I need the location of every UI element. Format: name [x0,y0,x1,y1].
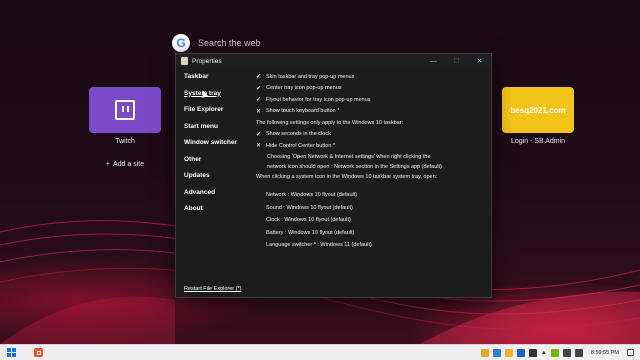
shortcut-label: Twitch [115,138,135,145]
properties-window: Properties — ☐ ✕ Taskbar System tray Fil… [175,53,492,298]
flyout-language-switcher[interactable]: Language switcher * : Windows 11 (defaul… [256,239,488,252]
nav-start-menu[interactable]: Start menu [184,122,254,139]
option-label: Center tray icon pop-up menus [266,85,342,92]
nav-advanced[interactable]: Advanced [184,188,254,205]
flyout-clock[interactable]: Clock : Windows 10 flyout (default) [256,214,488,227]
taskbar: ▲ 8:59:55 PM [0,344,640,360]
window-title: Properties [192,57,222,65]
search-bar[interactable]: G Search the web [172,34,472,52]
twitch-icon [115,100,135,120]
flyout-heading: When clicking a system icon in the Windo… [256,174,438,181]
chevron-up-icon[interactable]: ▲ [541,350,547,356]
restart-explorer-link[interactable]: Restart File Explorer (*) [184,286,241,292]
nav-updates[interactable]: Updates [184,171,254,188]
option-skin-menus[interactable]: ✔ Skin taskbar and tray pop-up menus [256,71,488,83]
store-icon[interactable] [492,348,501,357]
option-label: Show seconds in the clock [266,131,331,138]
close-button[interactable]: ✕ [468,54,491,68]
nav-other[interactable]: Other [184,155,254,172]
option-hide-control-center[interactable]: ✕ Hide Control Center button * [256,140,488,152]
option-label: Skin taskbar and tray pop-up menus [266,73,355,80]
cross-icon: ✕ [256,143,262,150]
option-label: Flyout behavior for tray icon pop-up men… [266,96,371,103]
option-center-menus[interactable]: ✔ Center tray icon pop-up menus [256,83,488,95]
maximize-button: ☐ [453,58,460,65]
explorer-icon[interactable] [504,348,513,357]
flyout-network[interactable]: Network : Windows 10 flyout (default) [256,189,488,202]
shortcut-sb-admin[interactable]: besq2021.com [502,87,574,133]
system-tray: ▲ 8:59:55 PM [480,348,634,357]
plus-icon: + [105,160,110,168]
check-icon: ✔ [256,97,262,104]
nav-taskbar[interactable]: Taskbar [184,72,254,89]
settings-panel: ✔ Skin taskbar and tray pop-up menus ✔ C… [256,71,488,252]
folder-icon[interactable] [480,348,489,357]
option-label: Show touch keyboard button * [266,108,340,115]
note-line: network icon should open : Network secti… [267,163,442,170]
volume-icon[interactable] [574,348,583,357]
option-touch-keyboard[interactable]: ✕ Show touch keyboard button * [256,106,488,118]
taskbar-app-icon[interactable] [34,348,43,357]
shortcut-twitch[interactable] [89,87,161,133]
add-site-button[interactable]: + Add a site [90,156,160,172]
shortcut-tile-text: besq2021.com [510,105,566,115]
check-icon: ✔ [256,131,262,138]
window-titlebar[interactable]: Properties — ☐ ✕ [176,54,491,68]
desktop-background: G Search the web Twitch besq2021.com Log… [0,0,640,344]
mail-icon[interactable] [516,348,525,357]
nvidia-icon[interactable] [550,348,559,357]
flyout-sound[interactable]: Sound : Windows 10 flyout (default) [256,202,488,215]
nav-system-tray[interactable]: System tray [184,89,254,106]
sidebar-nav: Taskbar System tray File Explorer Start … [184,72,254,221]
nav-file-explorer[interactable]: File Explorer [184,105,254,122]
windows-start-icon[interactable] [7,348,16,357]
taskbar-clock[interactable]: 8:59:55 PM [591,350,619,356]
google-icon: G [172,34,190,52]
win10-heading: The following settings only apply to the… [256,119,404,126]
check-icon: ✔ [256,85,262,92]
option-flyout-behavior[interactable]: ✔ Flyout behavior for tray icon pop-up m… [256,94,488,106]
app-icon [181,57,188,65]
add-site-label: Add a site [112,160,145,168]
terminal-icon[interactable] [528,348,537,357]
check-icon: ✔ [256,74,262,81]
flyout-battery[interactable]: Battery : Windows 10 flyout (default) [256,227,488,240]
notification-icon[interactable] [627,349,634,356]
option-show-seconds[interactable]: ✔ Show seconds in the clock [256,129,488,141]
network-icon[interactable] [562,348,571,357]
nav-window-switcher[interactable]: Window switcher [184,138,254,155]
nav-about[interactable]: About [184,204,254,221]
network-settings-option[interactable]: Choosing 'Open Network & Internet settin… [256,152,476,172]
option-label: Hide Control Center button * [266,142,336,149]
note-line: Choosing 'Open Network & Internet settin… [267,153,431,160]
search-placeholder[interactable]: Search the web [198,38,261,48]
minimize-button[interactable]: — [422,54,445,68]
cross-icon: ✕ [256,108,262,115]
shortcut-label: Login - SB Admin [510,138,566,145]
